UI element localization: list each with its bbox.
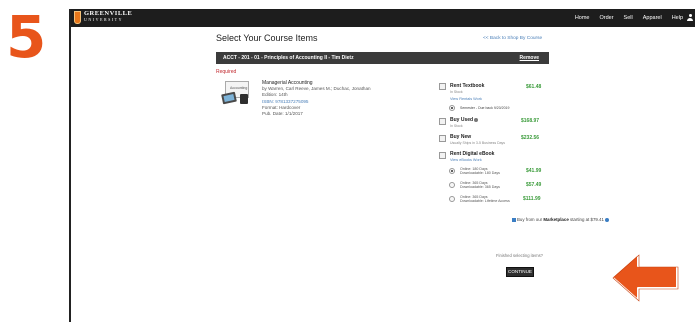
back-link[interactable]: << Back to Shop By Course (483, 36, 542, 41)
marketplace-checkbox[interactable] (512, 217, 516, 222)
page-title: Select Your Course Items (216, 33, 318, 43)
continue-button[interactable]: CONTINUE (506, 267, 534, 277)
remove-button[interactable]: Remove (520, 55, 539, 61)
required-label: Required (216, 69, 237, 75)
rent-ebook-link[interactable]: View eBooks Work (450, 158, 482, 162)
ebook-term-1-price: $41.99 (526, 168, 542, 174)
rent-ebook-label: Rent Digital eBook (450, 151, 495, 157)
book-cover-image: Accounting (221, 81, 252, 107)
info-icon[interactable] (474, 117, 479, 122)
screenshot-frame: GREENVILLE UNIVERSITY Home Order Sell Ap… (69, 9, 695, 322)
step-number: 5 (6, 3, 46, 71)
logo[interactable]: GREENVILLE UNIVERSITY (84, 10, 133, 22)
marketplace-post: starting at $79.41 (570, 217, 604, 222)
ebook-term-radio-3[interactable] (449, 196, 455, 202)
semester-radio[interactable] (449, 105, 455, 111)
ebook-term-1: Online: 180 Days Downloadable: 180 Days (460, 167, 500, 176)
rent-textbook-checkbox[interactable] (439, 83, 446, 90)
logo-subtitle: UNIVERSITY (84, 17, 123, 22)
buy-used-checkbox[interactable] (439, 118, 446, 125)
ebook-term-3: Online: 365 Days Downloadable: Lifetime A… (460, 195, 510, 204)
finished-prompt: Finished selecting items? (496, 253, 544, 258)
rent-textbook-link[interactable]: View Rentals Work (450, 97, 482, 101)
ebook-term-radio-2[interactable] (449, 182, 455, 188)
marketplace-bold: Marketplace (543, 217, 569, 222)
book-details: Managerial Accounting by Warren, Carl Re… (262, 80, 371, 117)
ebook-term-1-download: Downloadable: 180 Days (460, 171, 500, 176)
phone-image (240, 94, 248, 104)
ebook-term-2: Online: 365 Days Downloadable: 365 Days (460, 181, 500, 190)
nav-sell[interactable]: Sell (624, 14, 633, 22)
ebook-term-3-price: $111.99 (523, 196, 541, 202)
course-bar: ACCT - 201 - 01 - Principles of Accounti… (216, 52, 549, 64)
user-icon[interactable] (687, 14, 693, 21)
buy-used-stock: In Stock (450, 124, 463, 128)
top-navbar: GREENVILLE UNIVERSITY Home Order Sell Ap… (71, 9, 695, 27)
rent-textbook-stock: In Stock (450, 90, 463, 94)
marketplace-pre: Buy from our (517, 217, 543, 222)
course-code: ACCT - 201 - 01 - Principles of Accounti… (223, 55, 354, 61)
book-pub-date: Pub. Date: 1/1/2017 (262, 111, 303, 117)
semester-label: Semester - Due back 9/20/2019 (460, 106, 510, 110)
info-icon[interactable] (604, 217, 609, 222)
rent-textbook-price: $61.48 (526, 84, 542, 90)
marketplace-option[interactable]: Buy from our Marketplace starting at $79… (512, 217, 609, 222)
nav-help[interactable]: Help (672, 14, 683, 22)
buy-used-label: Buy Used (450, 117, 479, 123)
buy-new-shipping: Usually Ships in 3-5 Business Days (450, 141, 506, 145)
buy-used-text: Buy Used (450, 117, 474, 123)
nav-apparel[interactable]: Apparel (643, 14, 662, 22)
logo-shield-icon (74, 11, 81, 24)
buy-new-checkbox[interactable] (439, 135, 446, 142)
nav-order[interactable]: Order (599, 14, 613, 22)
rent-ebook-checkbox[interactable] (439, 152, 446, 159)
logo-title: GREENVILLE (84, 10, 133, 17)
buy-used-price: $168.97 (521, 118, 540, 124)
ebook-term-radio-1[interactable] (449, 168, 455, 174)
ebook-term-3-download: Downloadable: Lifetime Access (460, 199, 510, 204)
rent-textbook-label: Rent Textbook (450, 83, 485, 89)
buy-new-price: $232.56 (521, 135, 540, 141)
ebook-term-2-download: Downloadable: 365 Days (460, 185, 500, 190)
ebook-term-2-price: $57.49 (526, 182, 542, 188)
buy-new-label: Buy New (450, 134, 472, 140)
stage: 5 GREENVILLE UNIVERSITY Home Order Sell … (0, 0, 695, 322)
tablet-image (221, 91, 237, 105)
nav-links: Home Order Sell Apparel Help (575, 14, 683, 22)
book-cover-text: Accounting (230, 86, 248, 90)
arrow-icon (611, 253, 679, 302)
nav-home[interactable]: Home (575, 14, 590, 22)
